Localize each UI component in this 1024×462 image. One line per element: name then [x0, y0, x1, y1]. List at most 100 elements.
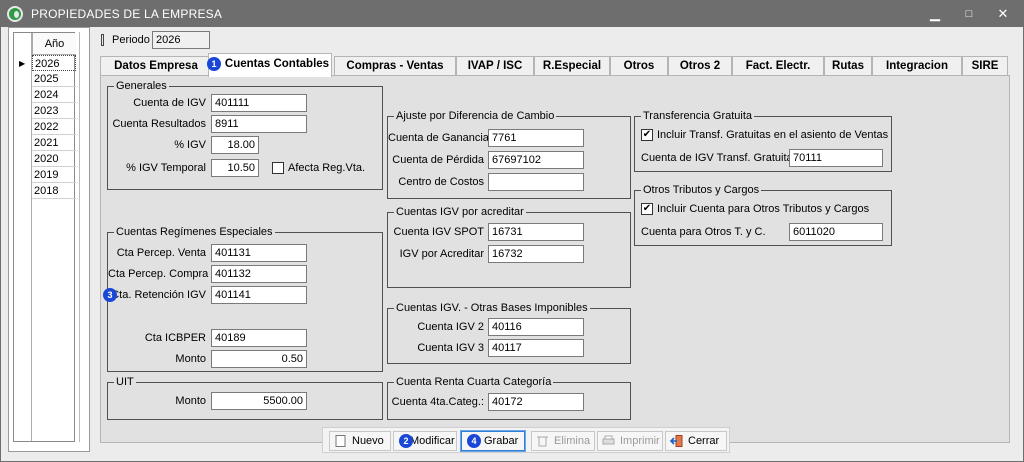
icbper-monto-field[interactable]: 0.50 [211, 350, 307, 368]
icbper-monto-label: Monto [175, 353, 206, 365]
incluir-otros-tributos-checkbox[interactable]: ✔ [641, 203, 653, 215]
ganancia-field[interactable]: 7761 [488, 129, 584, 147]
group-otros-tributos-title: Otros Tributos y Cargos [641, 184, 762, 196]
incluir-transf-checkbox[interactable]: ✔ [641, 129, 653, 141]
uit-monto-label: Monto [175, 395, 206, 407]
year-scrollbar[interactable] [79, 32, 87, 442]
cuenta-igv-field[interactable]: 401111 [211, 94, 307, 112]
group-generales-title: Generales [114, 80, 169, 92]
percep-venta-field[interactable]: 401131 [211, 244, 307, 262]
group-regimenes-especiales: Cuentas Regímenes Especiales Cta Percep.… [107, 226, 383, 372]
tab-rutas[interactable]: Rutas [824, 56, 872, 76]
badge-1: 1 [207, 57, 221, 71]
modificar-label: Modificar [410, 435, 455, 447]
minimize-button[interactable]: ▁ [921, 4, 949, 24]
exit-door-icon [669, 435, 683, 447]
igv2-label: Cuenta IGV 2 [417, 321, 484, 333]
cuenta-transf-label: Cuenta de IGV Transf. Gratuita [641, 152, 793, 164]
badge-2: 2 [399, 434, 413, 448]
perdida-field[interactable]: 67697102 [488, 151, 584, 169]
year-row[interactable]: 2023 [32, 103, 76, 119]
title-bar[interactable]: PROPIEDADES DE LA EMPRESA ▁ □ ✕ [1, 1, 1023, 27]
group-renta-cuarta: Cuenta Renta Cuarta Categoría Cuenta 4ta… [387, 376, 631, 420]
year-row[interactable]: 2024 [32, 87, 76, 103]
group-uit-title: UIT [114, 376, 136, 388]
window-title: PROPIEDADES DE LA EMPRESA [31, 7, 223, 21]
imprimir-button[interactable]: Imprimir [597, 431, 663, 451]
cuenta-resultados-field[interactable]: 8911 [211, 115, 307, 133]
year-row[interactable]: 2025 [32, 71, 76, 87]
cerrar-label: Cerrar [688, 435, 720, 447]
cuenta-transf-field[interactable]: 70111 [789, 149, 883, 167]
tab-otros[interactable]: Otros [610, 56, 668, 76]
igv-spot-field[interactable]: 16731 [488, 223, 584, 241]
printer-icon [602, 435, 615, 447]
year-row[interactable]: 2026 [32, 55, 76, 71]
group-uit: UIT Monto 5500.00 [107, 376, 383, 420]
tab-fact-electr[interactable]: Fact. Electr. [732, 56, 824, 76]
tab-ivap-isc[interactable]: IVAP / ISC [456, 56, 534, 76]
tab-sire[interactable]: SIRE [962, 56, 1008, 76]
elimina-button[interactable]: Elimina [531, 431, 595, 451]
afecta-reg-vta-checkbox[interactable] [272, 162, 284, 174]
igv-acreditar-field[interactable]: 16732 [488, 245, 584, 263]
delete-icon [536, 435, 549, 447]
badge-3: 3 [103, 288, 117, 302]
year-row[interactable]: 2022 [32, 119, 76, 135]
maximize-button[interactable]: □ [955, 4, 983, 24]
new-document-icon [334, 435, 347, 447]
tab-cuentas-contables[interactable]: Cuentas Contables [208, 53, 332, 77]
nuevo-button[interactable]: Nuevo [329, 431, 391, 451]
close-window-button[interactable]: ✕ [989, 4, 1017, 24]
percep-compra-label: Cta Percep. Compra [108, 268, 209, 280]
cuarta-categ-field[interactable]: 40172 [488, 393, 584, 411]
percep-venta-label: Cta Percep. Venta [116, 247, 206, 259]
igv3-label: Cuenta IGV 3 [417, 342, 484, 354]
porcentaje-igv-temporal-field[interactable]: 10.50 [211, 159, 259, 177]
cuenta-otros-tributos-field[interactable]: 6011020 [789, 223, 883, 241]
icbper-label: Cta ICBPER [144, 332, 206, 344]
year-column-header[interactable]: Año [32, 33, 76, 55]
incluir-otros-tributos-label: Incluir Cuenta para Otros Tributos y Car… [657, 203, 870, 215]
tab-otros-2[interactable]: Otros 2 [668, 56, 732, 76]
cuenta-otros-tributos-label: Cuenta para Otros T. y C. [641, 226, 766, 238]
percep-compra-field[interactable]: 401132 [211, 265, 307, 283]
cuarta-categ-label: Cuenta 4ta.Categ.: [391, 396, 484, 408]
centro-costos-field[interactable] [488, 173, 584, 191]
grabar-label: Grabar [484, 435, 519, 447]
porcentaje-igv-label: % IGV [174, 139, 206, 151]
centro-costos-label: Centro de Costos [398, 176, 484, 188]
action-button-bar: Nuevo Modificar 2 Grabar 4 Elimina Impri… [322, 427, 730, 453]
retencion-igv-field[interactable]: 401141 [211, 286, 307, 304]
group-otras-bases-imponibles: Cuentas IGV. - Otras Bases Imponibles Cu… [387, 302, 631, 364]
group-transferencia-title: Transferencia Gratuita [641, 110, 755, 122]
group-igv-acreditar-title: Cuentas IGV por acreditar [394, 206, 526, 218]
tab-compras-ventas[interactable]: Compras - Ventas [334, 56, 456, 76]
imprimir-label: Imprimir [620, 435, 660, 447]
icbper-field[interactable]: 40189 [211, 329, 307, 347]
tab-datos-empresa[interactable]: Datos Empresa [100, 56, 212, 76]
group-ajuste-diferencia-cambio: Ajuste por Diferencia de Cambio Cuenta d… [387, 110, 631, 199]
badge-4: 4 [467, 434, 481, 448]
year-row[interactable]: 2019 [32, 167, 76, 183]
uit-monto-field[interactable]: 5500.00 [211, 392, 307, 410]
tab-r-especial[interactable]: R.Especial [534, 56, 610, 76]
group-regimenes-title: Cuentas Regímenes Especiales [114, 226, 275, 238]
igv3-field[interactable]: 40117 [488, 339, 584, 357]
tab-integracion[interactable]: Integracion [872, 56, 962, 76]
igv-acreditar-label: IGV por Acreditar [399, 248, 484, 260]
tab-strip: Datos Empresa Cuentas Contables Compras … [100, 53, 1008, 77]
perdida-label: Cuenta de Pérdida [392, 154, 484, 166]
group-igv-por-acreditar: Cuentas IGV por acreditar Cuenta IGV SPO… [387, 206, 631, 288]
group-transferencia-gratuita: Transferencia Gratuita ✔ Incluir Transf.… [634, 110, 892, 172]
periodo-field[interactable]: 2026 [152, 31, 210, 49]
year-grid: Año ▶ 2026 2025 2024 2023 2022 2021 2020… [8, 27, 90, 452]
year-row[interactable]: 2020 [32, 151, 76, 167]
cerrar-button[interactable]: Cerrar [665, 431, 727, 451]
year-row[interactable]: 2021 [32, 135, 76, 151]
year-row[interactable]: 2018 [32, 183, 76, 199]
group-otras-bases-title: Cuentas IGV. - Otras Bases Imponibles [394, 302, 590, 314]
igv2-field[interactable]: 40116 [488, 318, 584, 336]
cuenta-igv-label: Cuenta de IGV [133, 97, 206, 109]
porcentaje-igv-field[interactable]: 18.00 [211, 136, 259, 154]
